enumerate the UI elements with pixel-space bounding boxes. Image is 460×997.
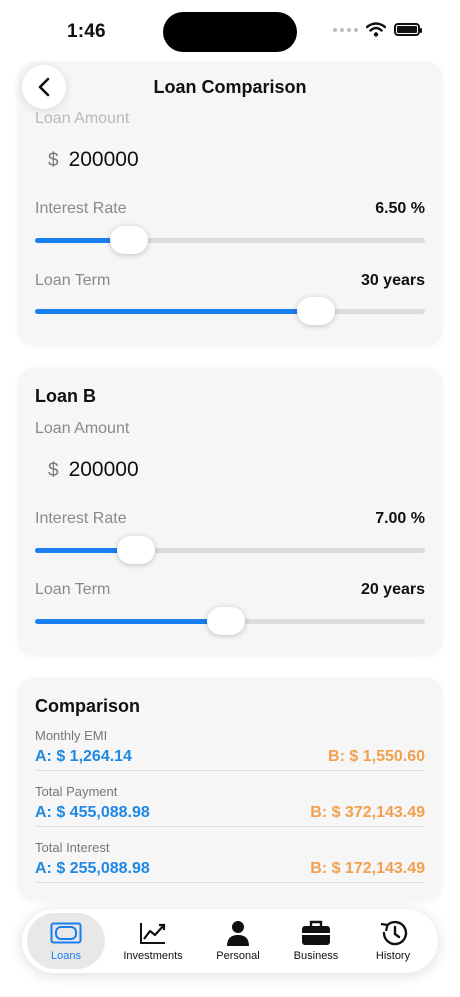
loan-a-amount-value[interactable]: 200000 xyxy=(69,148,139,172)
loan-b-title: Loan B xyxy=(35,386,96,406)
tab-label: Business xyxy=(293,950,339,962)
slider-thumb[interactable] xyxy=(207,607,246,635)
tab-business[interactable]: Business xyxy=(277,913,355,969)
tab-label: History xyxy=(375,950,411,962)
briefcase-icon xyxy=(302,920,330,945)
status-icons xyxy=(333,22,422,37)
slider-thumb[interactable] xyxy=(296,297,335,325)
status-bar: 1:46 xyxy=(0,0,460,62)
tab-personal[interactable]: Personal xyxy=(199,913,277,969)
loan-b-amount-label: Loan Amount xyxy=(35,420,130,437)
comparison-row-label: Total Payment xyxy=(35,784,118,799)
loan-b-term-label: Loan Term xyxy=(35,581,111,598)
comparison-value-a: A: $ 455,088.98 xyxy=(35,804,150,821)
loan-b-term-slider[interactable] xyxy=(35,607,425,635)
comparison-row-label: Total Interest xyxy=(35,840,110,855)
slider-thumb[interactable] xyxy=(117,536,156,564)
wifi-icon xyxy=(366,22,386,37)
currency-symbol: $ xyxy=(48,460,59,481)
comparison-value-b: B: $ 1,550.60 xyxy=(328,748,425,765)
comparison-card: Comparison Monthly EMI A: $ 1,264.14 B: … xyxy=(18,678,442,900)
tab-label: Personal xyxy=(216,950,260,962)
loan-a-amount-field[interactable]: $ 200000 xyxy=(48,148,139,172)
tab-investments[interactable]: Investments xyxy=(114,913,192,969)
divider xyxy=(35,770,425,771)
tab-bar: Loans Investments Personal Business Hist… xyxy=(22,909,438,973)
loan-a-rate-value: 6.50 % xyxy=(375,200,425,217)
comparison-value-b: B: $ 172,143.49 xyxy=(310,860,425,877)
loan-b-amount-value[interactable]: 200000 xyxy=(69,458,139,482)
loan-b-card: Loan B Loan Amount $ 200000 Interest Rat… xyxy=(18,368,442,655)
page-title: Loan Comparison xyxy=(153,77,307,97)
comparison-value-a: A: $ 255,088.98 xyxy=(35,860,150,877)
dynamic-island xyxy=(163,12,297,52)
loan-b-rate-value: 7.00 % xyxy=(375,510,425,527)
loan-a-rate-slider[interactable] xyxy=(35,226,425,254)
divider xyxy=(35,826,425,827)
loan-b-rate-label: Interest Rate xyxy=(35,510,127,527)
tab-label: Loans xyxy=(51,950,81,962)
slider-fill xyxy=(35,619,227,624)
loan-a-rate-label: Interest Rate xyxy=(35,200,127,217)
credit-card-icon xyxy=(50,922,82,944)
comparison-value-b: B: $ 372,143.49 xyxy=(310,804,425,821)
loan-a-term-label: Loan Term xyxy=(35,272,111,289)
currency-symbol: $ xyxy=(48,150,59,171)
slider-fill xyxy=(35,309,316,314)
battery-icon xyxy=(394,23,422,36)
tab-history[interactable]: History xyxy=(354,913,432,969)
loan-b-rate-slider[interactable] xyxy=(35,536,425,564)
comparison-row-label: Monthly EMI xyxy=(35,728,108,743)
tab-label: Investments xyxy=(123,950,183,962)
slider-thumb[interactable] xyxy=(109,226,148,254)
person-icon xyxy=(227,921,249,946)
loan-b-term-value: 20 years xyxy=(360,581,425,598)
cellular-signal-icon xyxy=(333,27,358,32)
status-time: 1:46 xyxy=(67,21,106,42)
divider xyxy=(35,882,425,883)
loan-b-amount-field[interactable]: $ 200000 xyxy=(48,458,139,482)
tab-loans[interactable]: Loans xyxy=(27,913,105,969)
history-icon xyxy=(380,920,408,946)
navigation-bar: Loan Comparison xyxy=(0,62,460,114)
loan-a-term-slider[interactable] xyxy=(35,297,425,325)
chart-line-icon xyxy=(140,923,166,944)
loan-a-term-value: 30 years xyxy=(360,272,425,289)
comparison-value-a: A: $ 1,264.14 xyxy=(35,748,132,765)
comparison-title: Comparison xyxy=(35,696,141,716)
